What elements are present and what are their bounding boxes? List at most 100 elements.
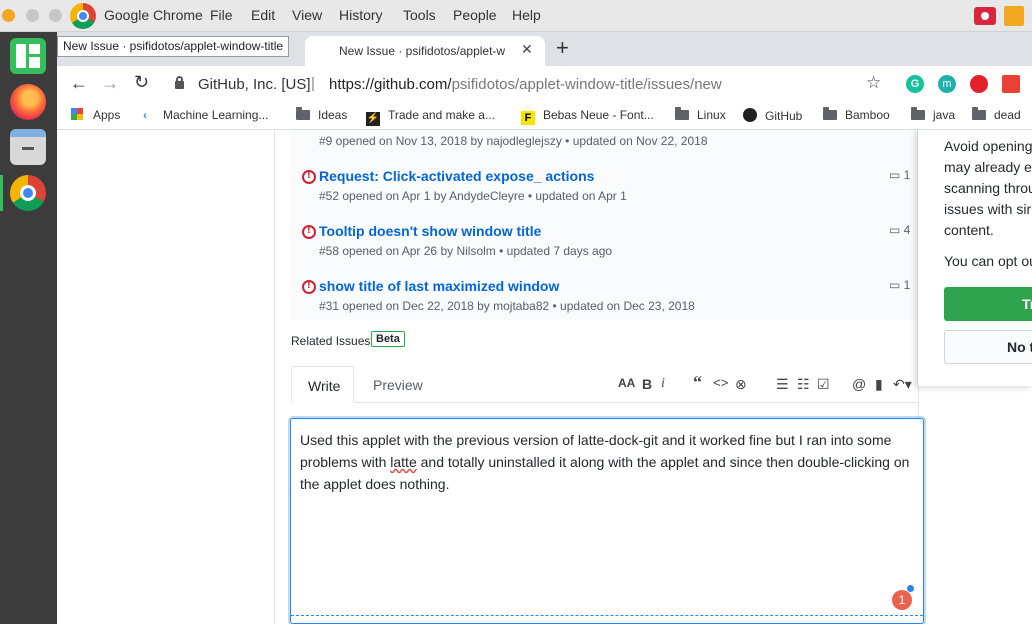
files-icon[interactable]	[10, 129, 46, 165]
link-icon[interactable]: ⊗	[735, 376, 747, 393]
zoom-light[interactable]	[26, 9, 39, 22]
folder-icon	[296, 107, 310, 120]
issue-meta: #52 opened on Apr 1 by AndydeCleyre • up…	[319, 189, 627, 203]
bookmark-dead[interactable]: dead	[972, 107, 1021, 122]
issue-title-58[interactable]: Tooltip doesn't show window title	[319, 223, 541, 239]
popup-opt-out: You can opt ou	[944, 253, 1032, 269]
bookmark-label: java	[933, 108, 956, 122]
comment-count[interactable]: ▭ 1	[889, 168, 910, 182]
comment-icon: ▭	[889, 278, 904, 292]
comment-count-value: 1	[903, 168, 911, 182]
tab-close-icon[interactable]: ✕	[521, 41, 533, 58]
minimize-light[interactable]	[2, 9, 15, 22]
screen-recorder-icon[interactable]	[974, 7, 996, 25]
fullscreen-light[interactable]	[49, 9, 62, 22]
bookmark-label: Ideas	[318, 108, 348, 122]
chrome-dock-icon[interactable]	[10, 175, 46, 211]
browser-tab[interactable]: New Issue · psifidotos/applet-w ✕	[305, 36, 545, 66]
folder-icon	[823, 107, 837, 120]
bold-icon[interactable]: B	[642, 376, 652, 392]
comment-count[interactable]: ▭ 1	[889, 278, 910, 292]
tab-write-label: Write	[308, 378, 341, 394]
folder-icon	[675, 107, 689, 120]
comment-count[interactable]: ▭ 4	[889, 223, 910, 237]
adblock-icon[interactable]	[970, 75, 988, 93]
bookmarks-bar: Apps ‹ Machine Learning... Ideas ⚡ Trade a…	[57, 102, 1032, 130]
tooltip-text: New Issue · psifidotos/applet-window-tit…	[63, 39, 284, 53]
extension-m-icon[interactable]: m	[938, 75, 956, 93]
grammar-badge[interactable]: 1	[892, 590, 912, 610]
comment-count-value: 1	[903, 278, 911, 292]
bookmark-bebas[interactable]: F Bebas Neue - Font...	[521, 108, 654, 125]
numbered-list-icon[interactable]: ☷	[797, 376, 810, 393]
bookmark-github[interactable]: GitHub	[743, 108, 802, 123]
omnibox[interactable]: GitHub, Inc. [US] | https://github.com/p…	[164, 69, 894, 99]
url-text[interactable]: https://github.com/psifidotos/applet-win…	[329, 76, 722, 93]
tab-tooltip: New Issue · psifidotos/applet-window-tit…	[57, 36, 290, 57]
left-gutter	[57, 130, 275, 624]
menu-help[interactable]: Help	[512, 7, 541, 23]
folder-icon	[972, 107, 986, 120]
bookmark-label: Machine Learning...	[163, 108, 269, 122]
upgrade-popup: Avoid opening may already ex scanning th…	[917, 130, 1032, 386]
back-icon[interactable]: ←	[70, 73, 88, 94]
misspelled-word[interactable]: latte	[390, 454, 416, 470]
new-tab-button[interactable]: +	[556, 35, 569, 61]
mention-icon[interactable]: @	[852, 376, 866, 392]
reload-icon[interactable]: ↻	[134, 72, 149, 93]
grammar-badge-dot	[907, 585, 914, 592]
url-path: psifidotos/applet-window-title/issues/ne…	[451, 76, 722, 93]
bookmark-label: GitHub	[765, 109, 803, 123]
bookmark-trade[interactable]: ⚡ Trade and make a...	[366, 108, 495, 126]
firefox-icon[interactable]	[10, 84, 46, 120]
task-list-icon[interactable]: ☑	[817, 376, 830, 393]
popup-line: Avoid opening	[944, 138, 1032, 154]
page-content: #9 opened on Nov 13, 2018 by najodleglej…	[57, 130, 1032, 624]
extension-box-icon[interactable]	[1002, 75, 1020, 93]
popup-secondary-button[interactable]: No t	[944, 330, 1032, 364]
bookmark-ideas[interactable]: Ideas	[296, 107, 348, 122]
popup-primary-button[interactable]: Tr	[944, 287, 1032, 321]
menu-tools[interactable]: Tools	[403, 7, 436, 23]
beta-badge: Beta	[371, 331, 405, 347]
bookmark-linux[interactable]: Linux	[675, 107, 726, 122]
menu-file[interactable]: File	[210, 7, 233, 23]
tab-preview[interactable]: Preview	[373, 377, 423, 393]
apps-grid-icon	[71, 108, 83, 120]
menu-view[interactable]: View	[292, 7, 322, 23]
site-identity[interactable]: GitHub, Inc. [US]	[198, 76, 311, 93]
font-f-icon: F	[521, 111, 535, 125]
bookmark-apps[interactable]: Apps	[71, 108, 120, 122]
reply-icon[interactable]: ↶▾	[893, 376, 912, 393]
italic-icon[interactable]: i	[661, 376, 665, 392]
related-issues-label: Related Issues	[291, 334, 371, 348]
menu-people[interactable]: People	[453, 7, 497, 23]
quote-icon[interactable]: “	[693, 372, 702, 393]
bookmark-java[interactable]: java	[911, 107, 956, 122]
app-name[interactable]: Google Chrome	[104, 7, 203, 23]
bookmark-machine-learning[interactable]: ‹ Machine Learning...	[143, 108, 268, 122]
bookmark-bamboo[interactable]: Bamboo	[823, 107, 890, 122]
bookmark-ref-icon[interactable]: ▮	[875, 376, 883, 393]
issue-body-textarea[interactable]: Used this applet with the previous versi…	[290, 418, 924, 624]
code-icon[interactable]: <>	[713, 376, 729, 391]
dock	[0, 32, 57, 624]
menu-edit[interactable]: Edit	[251, 7, 275, 23]
star-icon[interactable]: ☆	[866, 73, 881, 93]
active-app-indicator	[0, 175, 3, 211]
menubar-app-icon[interactable]	[1004, 6, 1024, 26]
bookmark-label: Trade and make a...	[388, 108, 495, 122]
issue-meta: #58 opened on Apr 26 by Nilsolm • update…	[319, 244, 613, 258]
github-icon	[743, 108, 757, 122]
issue-title-31[interactable]: show title of last maximized window	[319, 278, 559, 294]
tab-write[interactable]: Write	[291, 366, 354, 403]
popup-secondary-label: No t	[1007, 339, 1032, 355]
issue-title-52[interactable]: Request: Click-activated expose_ actions	[319, 168, 594, 184]
text-size-icon[interactable]: AA	[618, 376, 635, 390]
forward-icon[interactable]: →	[101, 73, 119, 94]
manjaro-icon[interactable]	[10, 38, 46, 74]
bookmark-label: Bamboo	[845, 108, 890, 122]
grammarly-icon[interactable]: G	[906, 75, 924, 93]
bullet-list-icon[interactable]: ☰	[776, 376, 789, 393]
menu-history[interactable]: History	[339, 7, 383, 23]
